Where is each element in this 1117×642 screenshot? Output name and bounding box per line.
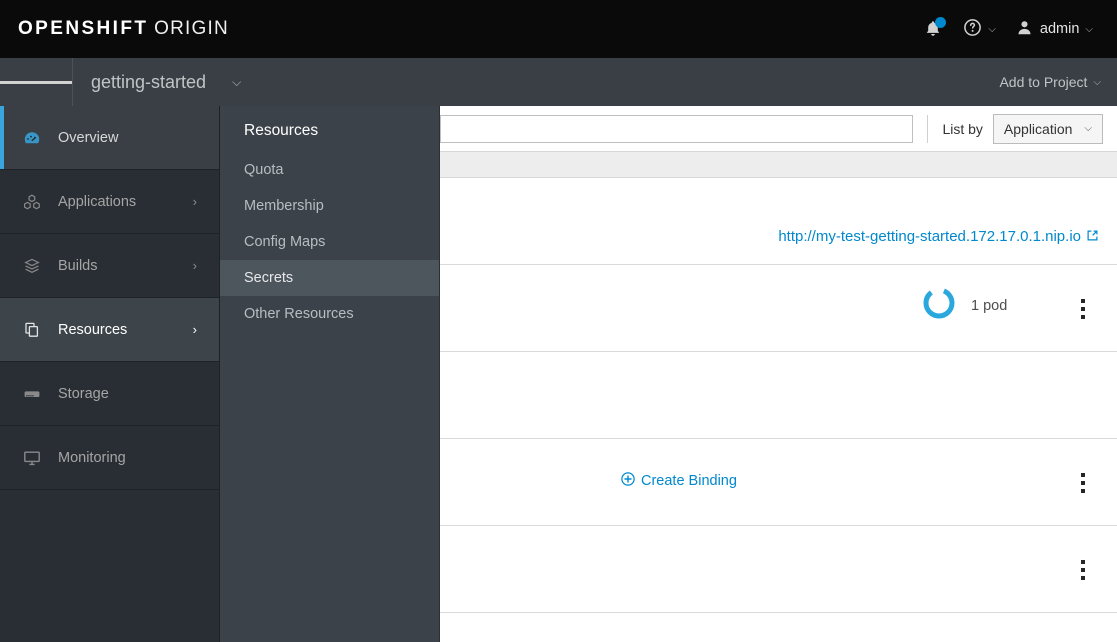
overview-row: http://my-test-getting-started.172.17.0.… <box>440 178 1117 265</box>
add-to-project-label: Add to Project <box>999 74 1088 90</box>
project-selector[interactable]: getting-started ⌵ <box>72 58 259 106</box>
masthead: OPENSHIFT ORIGIN ⌵ admin ⌵ <box>0 0 1117 58</box>
sidebar-item-builds[interactable]: Builds › <box>0 234 219 298</box>
list-by-value: Application <box>1003 120 1073 137</box>
flyout-item-label: Membership <box>244 198 324 214</box>
copy-icon <box>22 320 50 340</box>
notifications-button[interactable] <box>913 0 953 58</box>
overview-row <box>440 613 1117 642</box>
chevron-down-icon: ⌵ <box>988 23 996 35</box>
sidebar-item-overview[interactable]: Overview <box>0 106 219 170</box>
flyout-item-label: Other Resources <box>244 306 354 322</box>
logo-origin: ORIGIN <box>154 18 229 39</box>
external-link-icon <box>1086 229 1099 246</box>
hamburger-icon[interactable] <box>0 58 72 106</box>
sidebar-item-applications[interactable]: Applications › <box>0 170 219 234</box>
flyout-item-secrets[interactable]: Secrets <box>220 260 439 296</box>
user-menu-button[interactable]: admin ⌵ <box>1006 0 1103 58</box>
layers-icon <box>22 256 50 276</box>
user-name-label: admin <box>1039 21 1080 37</box>
overview-row <box>440 526 1117 613</box>
overview-row <box>440 352 1117 439</box>
sidebar-item-storage[interactable]: Storage <box>0 362 219 426</box>
flyout-item-other-resources[interactable]: Other Resources <box>220 296 439 332</box>
toolbar-divider <box>927 114 929 143</box>
chevron-right-icon: › <box>192 322 197 337</box>
main-content: List by Application ⌵ http://my-test-get… <box>440 106 1117 642</box>
kebab-menu-icon[interactable] <box>1081 299 1085 323</box>
resources-flyout-menu: Resources Quota Membership Config Maps Secr… <box>220 106 440 642</box>
bell-icon <box>923 17 947 39</box>
chevron-right-icon: › <box>192 258 197 273</box>
sidebar-item-label: Applications <box>58 193 137 210</box>
sidebar-item-resources[interactable]: Resources › <box>0 298 219 362</box>
route-link[interactable]: http://my-test-getting-started.172.17.0.… <box>778 228 1099 246</box>
chevron-down-icon: ⌵ <box>232 74 242 89</box>
sidebar-item-label: Storage <box>58 385 109 402</box>
flyout-item-config-maps[interactable]: Config Maps <box>220 224 439 260</box>
product-logo[interactable]: OPENSHIFT ORIGIN <box>18 18 229 40</box>
plus-circle-icon <box>621 472 635 490</box>
openshift-console: OPENSHIFT ORIGIN ⌵ admin ⌵ getting-start… <box>0 0 1117 642</box>
kebab-menu-icon[interactable] <box>1081 473 1085 497</box>
sidebar-item-label: Builds <box>58 257 98 274</box>
create-binding-label: Create Binding <box>641 473 737 489</box>
project-name-label: getting-started <box>91 71 207 92</box>
overview-rows: http://my-test-getting-started.172.17.0.… <box>440 178 1117 642</box>
pod-count-label: 1 pod <box>971 297 1008 314</box>
sidebar-item-label: Monitoring <box>58 449 126 466</box>
flyout-item-list: Quota Membership Config Maps Secrets Other R… <box>220 152 439 332</box>
list-by-label: List by <box>942 120 983 137</box>
list-by-select[interactable]: Application ⌵ <box>992 113 1103 144</box>
route-url-label: http://my-test-getting-started.172.17.0.… <box>778 228 1081 245</box>
overview-row: 1 pod <box>440 265 1117 352</box>
pod-donut-chart[interactable] <box>921 285 957 326</box>
user-icon <box>1016 19 1033 39</box>
overview-row: Create Binding <box>440 439 1117 526</box>
filter-toolbar: List by Application ⌵ <box>440 106 1117 152</box>
chevron-right-icon: › <box>192 194 197 209</box>
chevron-down-icon: ⌵ <box>1085 23 1093 35</box>
kebab-menu-icon[interactable] <box>1081 560 1085 584</box>
flyout-item-label: Config Maps <box>244 234 326 250</box>
logo-openshift: OPENSHIFT <box>18 18 149 39</box>
flyout-title: Resources <box>244 122 319 139</box>
create-binding-button[interactable]: Create Binding <box>621 472 737 490</box>
dashboard-icon <box>22 128 50 148</box>
flyout-item-label: Quota <box>244 162 284 178</box>
sidebar-item-label: Resources <box>58 321 128 338</box>
content-header-strip <box>440 152 1117 178</box>
cubes-icon <box>22 192 50 212</box>
monitor-icon <box>22 448 50 468</box>
search-input[interactable] <box>440 114 914 143</box>
help-menu-button[interactable]: ⌵ <box>953 0 1006 58</box>
sidebar-item-label: Overview <box>58 129 119 146</box>
chevron-down-icon: ⌵ <box>1093 76 1101 88</box>
pod-status-group: 1 pod <box>921 285 1007 326</box>
flyout-item-quota[interactable]: Quota <box>220 152 439 188</box>
sidebar-item-monitoring[interactable]: Monitoring <box>0 426 219 490</box>
question-circle-icon <box>963 18 982 40</box>
flyout-item-membership[interactable]: Membership <box>220 188 439 224</box>
storage-icon <box>22 384 50 404</box>
sidebar-nav: Overview Applications › Builds › Resources › St… <box>0 106 220 642</box>
notification-badge <box>935 17 947 28</box>
chevron-down-icon: ⌵ <box>1084 123 1092 134</box>
sidebar-filler <box>0 490 219 642</box>
add-to-project-button[interactable]: Add to Project ⌵ <box>999 74 1101 90</box>
secondary-toolbar: getting-started ⌵ Add to Project ⌵ <box>0 58 1117 106</box>
masthead-actions: ⌵ admin ⌵ <box>913 0 1103 58</box>
flyout-item-label: Secrets <box>244 270 294 286</box>
